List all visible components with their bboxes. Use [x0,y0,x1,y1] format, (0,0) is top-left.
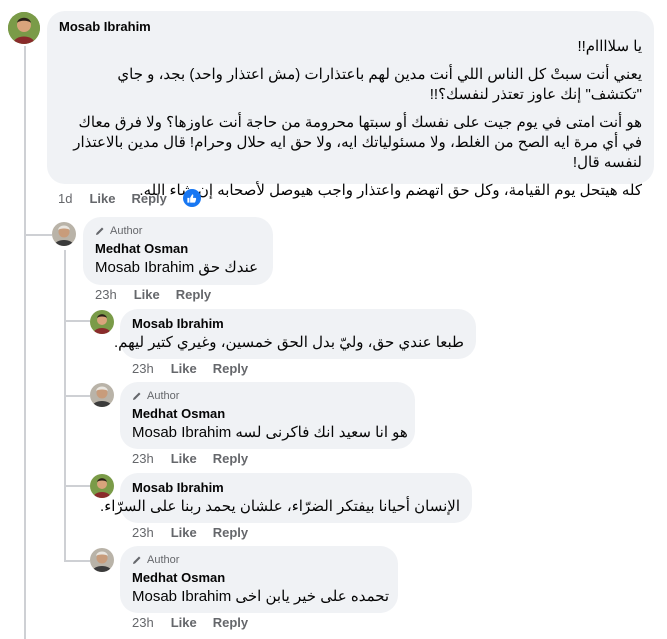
reply-actions: 23h Like Reply [132,525,264,540]
author-badge-label: Author [147,390,180,402]
thread-connector-4 [64,485,90,487]
author-badge-label: Author [147,554,180,566]
reply-button[interactable]: Reply [213,615,248,630]
comment-author-name[interactable]: Medhat Osman [132,570,225,585]
comment-timestamp[interactable]: 23h [132,451,154,466]
thread-connector-5 [64,560,90,562]
avatar[interactable] [90,383,114,407]
reply-text: هو انا سعيد انك فاكرنى لسه [235,424,408,441]
avatar[interactable] [90,310,114,334]
avatar[interactable] [8,12,40,44]
reply-text: تحمده على خير يابن اخى [235,588,390,605]
comment-author-name[interactable]: Mosab Ibrahim [132,480,224,495]
reply-text: الإنسان أحيانا بيفتكر الضرّاء، علشان يحم… [100,498,460,515]
like-button[interactable]: Like [171,525,197,540]
reply-bubble: Mosab Ibrahim طبعا عندي حق، وليّ بدل الح… [114,309,476,359]
comment-author-name[interactable]: Mosab Ibrahim [59,19,151,34]
reply-bubble: Mosab Ibrahim الإنسان أحيانا بيفتكر الضر… [100,473,472,523]
author-badge: Author [95,225,142,237]
comment-timestamp[interactable]: 1d [58,191,72,206]
thread-connector-2 [64,320,90,322]
reply-bubble: Author Medhat Osman هو انا سعيد انك فاكر… [120,382,415,449]
like-button[interactable]: Like [171,361,197,376]
thread-line-replies [64,250,66,560]
reply-bubble: Author Medhat Osman تحمده على خير يابن ا… [120,546,398,613]
reply-text: طبعا عندي حق، وليّ بدل الحق خمسين، وغيري… [113,334,464,351]
reply-button[interactable]: Reply [213,525,248,540]
mention-link[interactable]: Mosab Ibrahim [95,259,194,276]
comment-author-name[interactable]: Mosab Ibrahim [132,316,224,331]
reply-actions: 23h Like Reply [132,451,264,466]
comment-paragraph: يا سلاااام!! [577,38,642,55]
reply-button[interactable]: Reply [213,451,248,466]
mention-link[interactable]: Mosab Ibrahim [132,588,231,605]
comment-timestamp[interactable]: 23h [132,615,154,630]
reply-actions: 23h Like Reply [132,615,264,630]
reply-button[interactable]: Reply [213,361,248,376]
reply-actions: 23h Like Reply [132,361,264,376]
like-button[interactable]: Like [134,287,160,302]
thumbs-up-icon[interactable] [182,189,201,207]
thread-connector-3 [64,395,90,397]
reply-button[interactable]: Reply [131,191,166,206]
comment-author-name[interactable]: Medhat Osman [132,406,225,421]
author-badge-label: Author [110,225,143,237]
thread-connector-1 [24,234,52,236]
comment-author-name[interactable]: Medhat Osman [95,241,188,256]
avatar[interactable] [90,474,114,498]
pencil-icon [133,392,141,400]
reply-body: الإنسان أحيانا بيفتكر الضرّاء، علشان يحم… [100,497,460,517]
comment-timestamp[interactable]: 23h [132,525,154,540]
pencil-icon [133,556,141,564]
pencil-icon [96,227,104,235]
reply-body: عندك حق Mosab Ibrahim [95,258,258,278]
comment-body: يا سلاااام!! يعني أنت سبتْ كل الناس اللي… [59,37,642,201]
thread-line-main [24,46,26,639]
comment-paragraph: يعني أنت سبتْ كل الناس اللي أنت مدين لهم… [117,66,642,103]
author-badge: Author [132,554,179,566]
like-button[interactable]: Like [171,615,197,630]
like-button[interactable]: Like [89,191,115,206]
reply-body: تحمده على خير يابن اخى Mosab Ibrahim [132,587,389,607]
comment-paragraph: هو أنت امتى في يوم جيت على نفسك أو سبتها… [73,114,642,171]
mention-link[interactable]: Mosab Ibrahim [132,424,231,441]
main-comment-bubble: Mosab Ibrahim يا سلاااام!! يعني أنت سبتْ… [47,11,654,199]
comment-timestamp[interactable]: 23h [132,361,154,376]
author-badge: Author [132,390,179,402]
comment-timestamp[interactable]: 23h [95,287,117,302]
like-button[interactable]: Like [171,451,197,466]
reply-actions: 23h Like Reply [95,287,227,302]
reply-bubble: Author Medhat Osman عندك حق Mosab Ibrahi… [83,217,273,285]
reply-body: طبعا عندي حق، وليّ بدل الحق خمسين، وغيري… [114,333,464,353]
main-comment-actions: 1d Like Reply [58,189,201,207]
avatar[interactable] [52,222,76,246]
avatar[interactable] [90,548,114,572]
reply-text: عندك حق [198,259,259,276]
reply-body: هو انا سعيد انك فاكرنى لسه Mosab Ibrahim [132,423,408,443]
reply-button[interactable]: Reply [176,287,211,302]
